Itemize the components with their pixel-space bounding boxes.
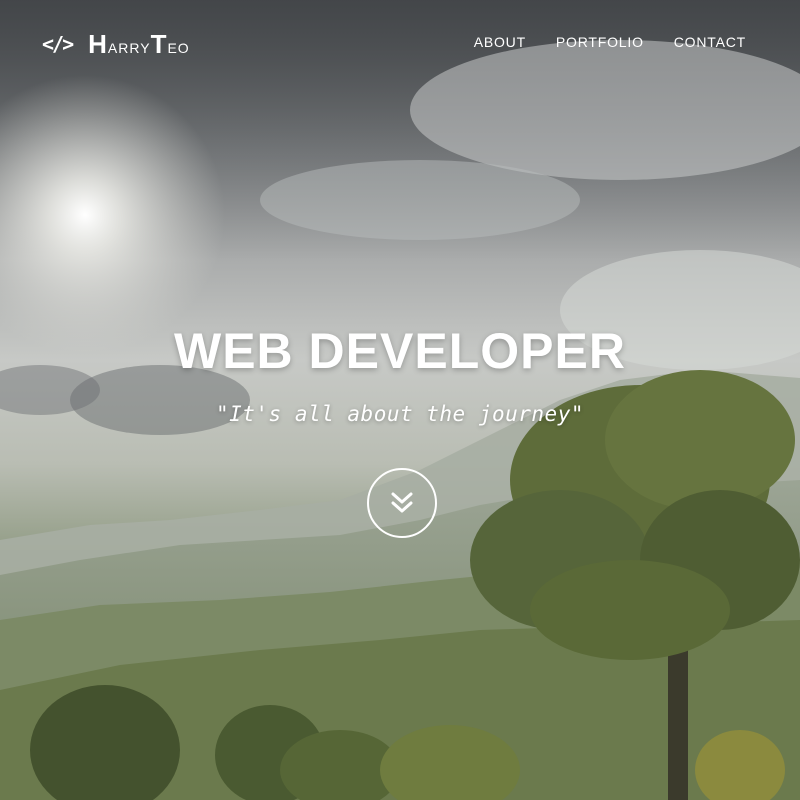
brand-logo[interactable]: </> HarryTeo: [42, 30, 190, 58]
brand-initial-t: T: [150, 29, 168, 59]
scroll-down-button[interactable]: [367, 468, 437, 538]
navbar: </> HarryTeo ABOUT PORTFOLIO CONTACT: [0, 0, 800, 86]
nav-link-portfolio[interactable]: PORTFOLIO: [556, 34, 644, 50]
brand-name: HarryTeo: [88, 31, 190, 57]
hero-background: [0, 0, 800, 800]
nav-link-about[interactable]: ABOUT: [474, 34, 526, 50]
hero-subtitle: "It's all about the journey": [215, 402, 584, 426]
brand-name-rest-1: arry: [107, 36, 151, 58]
nav-menu: ABOUT PORTFOLIO CONTACT: [474, 34, 746, 50]
brand-initial-h: H: [88, 29, 108, 59]
brand-name-rest-2: eo: [167, 36, 190, 58]
landscape-image: [0, 0, 800, 800]
code-icon: </>: [42, 32, 74, 56]
double-chevron-down-icon: [391, 492, 413, 513]
nav-link-contact[interactable]: CONTACT: [674, 34, 746, 50]
hero-title: WEB DEVELOPER: [174, 323, 626, 379]
